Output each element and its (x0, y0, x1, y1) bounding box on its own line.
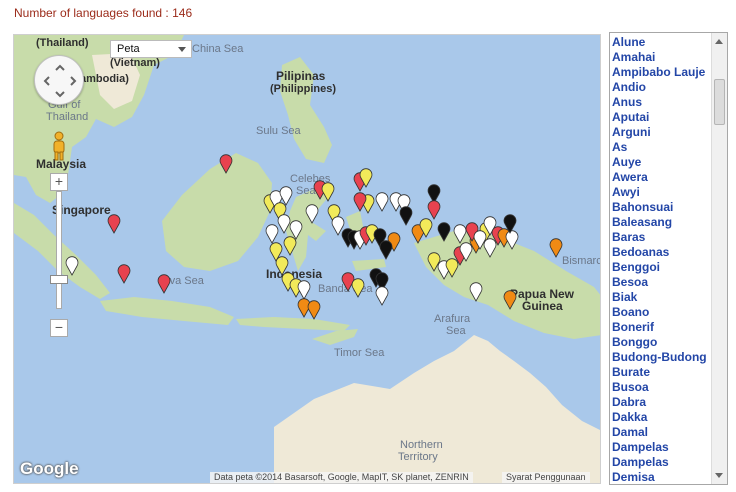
language-marker[interactable] (399, 206, 413, 226)
language-list-item[interactable]: Bonerif (610, 320, 712, 335)
language-marker[interactable] (307, 300, 321, 320)
language-list-item[interactable]: Burate (610, 365, 712, 380)
language-marker[interactable] (379, 240, 393, 260)
language-list-item[interactable]: Alune (610, 35, 712, 50)
list-scrollbar[interactable] (711, 33, 727, 484)
language-markers (65, 154, 563, 320)
zoom-slider-track[interactable] (56, 191, 62, 309)
terms-link[interactable]: Syarat Penggunaan (502, 472, 590, 483)
language-list-item[interactable]: Arguni (610, 125, 712, 140)
language-list-item[interactable]: Bedoanas (610, 245, 712, 260)
language-marker[interactable] (275, 256, 289, 276)
language-marker[interactable] (353, 192, 367, 212)
language-marker[interactable] (219, 154, 233, 174)
language-marker[interactable] (427, 184, 441, 204)
zoom-slider-thumb[interactable] (50, 275, 68, 284)
language-marker[interactable] (351, 278, 365, 298)
language-list-item[interactable]: Awera (610, 170, 712, 185)
language-marker[interactable] (265, 224, 279, 244)
zoom-out-button[interactable]: − (50, 319, 68, 337)
language-list-item[interactable]: Aputai (610, 110, 712, 125)
language-list-item[interactable]: Busoa (610, 380, 712, 395)
language-marker[interactable] (65, 256, 79, 276)
language-marker[interactable] (445, 258, 459, 278)
language-list-item[interactable]: Baleasang (610, 215, 712, 230)
language-marker[interactable] (375, 192, 389, 212)
map[interactable]: Peta (Thailand) (Vietnam) ambodia) Gulf … (13, 34, 601, 484)
language-list-item[interactable]: Bonggo (610, 335, 712, 350)
language-marker[interactable] (469, 282, 483, 302)
language-marker[interactable] (305, 204, 319, 224)
pan-control[interactable] (34, 55, 84, 105)
language-list-item[interactable]: Ampibabo Lauje (610, 65, 712, 80)
language-marker[interactable] (107, 214, 121, 234)
language-marker[interactable] (279, 186, 293, 206)
street-view-pegman-icon[interactable] (50, 131, 68, 161)
language-marker[interactable] (503, 290, 517, 310)
zoom-in-button[interactable]: + (50, 173, 68, 191)
language-list-item[interactable]: Biak (610, 290, 712, 305)
google-logo: Google (20, 459, 79, 478)
language-list-item[interactable]: Budong-Budong (610, 350, 712, 365)
language-list-item[interactable]: Benggoi (610, 260, 712, 275)
scroll-up-icon[interactable] (715, 39, 723, 44)
language-marker[interactable] (117, 264, 131, 284)
language-marker[interactable] (483, 238, 497, 258)
language-list-item[interactable]: Bahonsuai (610, 200, 712, 215)
language-marker[interactable] (341, 272, 355, 292)
language-list-item[interactable]: Anus (610, 95, 712, 110)
language-list-item[interactable]: Demisa (610, 470, 712, 484)
language-list[interactable]: Alune Amahai Ampibabo Lauje Andio Anus Aputai… (609, 32, 728, 485)
language-list-item[interactable]: Boano (610, 305, 712, 320)
language-list-item[interactable]: Dampelas (610, 440, 712, 455)
language-marker[interactable] (427, 200, 441, 220)
language-marker[interactable] (283, 236, 297, 256)
language-marker[interactable] (157, 274, 171, 294)
language-list-item[interactable]: Damal (610, 425, 712, 440)
language-marker[interactable] (437, 222, 451, 242)
language-marker[interactable] (289, 220, 303, 240)
language-list-item[interactable]: Dabra (610, 395, 712, 410)
pan-arrows-icon (43, 64, 77, 98)
language-marker[interactable] (375, 286, 389, 306)
scroll-down-icon[interactable] (715, 473, 723, 478)
language-list-item[interactable]: Besoa (610, 275, 712, 290)
language-marker[interactable] (321, 182, 335, 202)
language-list-item[interactable]: Awyi (610, 185, 712, 200)
languages-found-count: Number of languages found : 146 (14, 6, 193, 20)
language-marker[interactable] (505, 230, 519, 250)
language-marker[interactable] (549, 238, 563, 258)
language-list-items: Alune Amahai Ampibabo Lauje Andio Anus Aputai… (610, 35, 712, 484)
language-list-item[interactable]: Dampelas (610, 455, 712, 470)
map-attribution: Data peta ©2014 Basarsoft, Google, MapIT… (210, 472, 473, 483)
language-list-item[interactable]: Amahai (610, 50, 712, 65)
language-list-item[interactable]: Auye (610, 155, 712, 170)
language-list-item[interactable]: Baras (610, 230, 712, 245)
language-marker[interactable] (453, 224, 467, 244)
language-marker[interactable] (277, 214, 291, 234)
language-list-item[interactable]: As (610, 140, 712, 155)
language-list-item[interactable]: Andio (610, 80, 712, 95)
language-list-item[interactable]: Dakka (610, 410, 712, 425)
language-marker[interactable] (297, 280, 311, 300)
scroll-thumb[interactable] (714, 79, 725, 125)
